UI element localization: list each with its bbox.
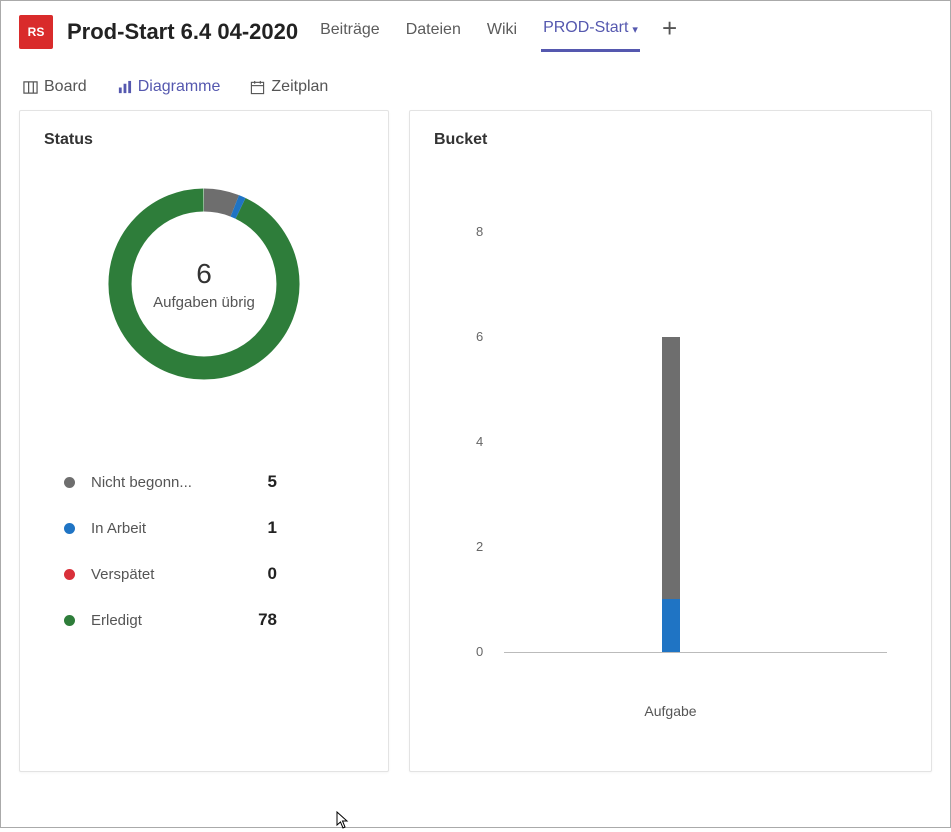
tab-wiki[interactable]: Wiki (485, 13, 519, 51)
legend-label: Nicht begonn... (91, 474, 241, 491)
donut-center-number: 6 (196, 258, 212, 290)
charts-content: Status 6 Aufgaben übrig Nicht begonn... … (1, 110, 950, 790)
bar-segment-not-started (662, 337, 680, 599)
legend-value: 0 (241, 564, 277, 584)
status-card-title: Status (44, 131, 364, 149)
chart-icon (117, 80, 132, 95)
tab-dateien[interactable]: Dateien (404, 13, 463, 51)
mouse-cursor-icon (336, 811, 350, 832)
bar-stack-aufgabe (662, 337, 680, 652)
channel-tabs: Beiträge Dateien Wiki PROD-Start ▾ + (318, 11, 677, 52)
legend-label: Erledigt (91, 612, 241, 629)
x-category-label: Aufgabe (434, 703, 907, 719)
x-axis-line (504, 652, 887, 653)
channel-title: Prod-Start 6.4 04-2020 (67, 19, 298, 45)
subnav-board[interactable]: Board (23, 78, 87, 96)
tab-beitraege[interactable]: Beiträge (318, 13, 382, 51)
schedule-icon (250, 80, 265, 95)
legend-label: In Arbeit (91, 520, 241, 537)
bucket-card: Bucket 8 6 4 2 0 Aufgabe (409, 110, 932, 772)
legend-row-done: Erledigt 78 (64, 597, 364, 643)
subnav-board-label: Board (44, 78, 87, 96)
channel-header: RS Prod-Start 6.4 04-2020 Beiträge Datei… (1, 1, 950, 52)
legend-dot (64, 523, 75, 534)
legend-row-not-started: Nicht begonn... 5 (64, 459, 364, 505)
y-tick-label: 8 (476, 224, 483, 239)
donut-center-label: Aufgaben übrig (153, 294, 255, 311)
bucket-bar-chart: 8 6 4 2 0 Aufgabe (434, 209, 907, 751)
legend-dot (64, 615, 75, 626)
legend-value: 5 (241, 472, 277, 492)
chevron-down-icon: ▾ (632, 23, 638, 36)
add-tab-button[interactable]: + (662, 13, 677, 50)
status-card: Status 6 Aufgaben übrig Nicht begonn... … (19, 110, 389, 772)
legend-label: Verspätet (91, 566, 241, 583)
bucket-card-title: Bucket (434, 131, 907, 149)
team-avatar: RS (19, 15, 53, 49)
subnav-diagramme[interactable]: Diagramme (117, 78, 221, 96)
subnav-diagramme-label: Diagramme (138, 78, 221, 96)
subnav-zeitplan-label: Zeitplan (271, 78, 328, 96)
legend-dot (64, 569, 75, 580)
subnav-zeitplan[interactable]: Zeitplan (250, 78, 328, 96)
legend-row-late: Verspätet 0 (64, 551, 364, 597)
legend-value: 1 (241, 518, 277, 538)
board-icon (23, 80, 38, 95)
legend-value: 78 (241, 610, 277, 630)
legend-row-in-progress: In Arbeit 1 (64, 505, 364, 551)
status-donut-chart: 6 Aufgaben übrig (99, 179, 309, 389)
bar-segment-in-progress (662, 599, 680, 652)
status-legend: Nicht begonn... 5 In Arbeit 1 Verspätet … (44, 459, 364, 643)
tab-prod-start-label: PROD-Start (543, 19, 628, 37)
legend-dot (64, 477, 75, 488)
planner-view-switch: Board Diagramme Zeitplan (1, 52, 950, 110)
tab-prod-start[interactable]: PROD-Start ▾ (541, 11, 640, 52)
